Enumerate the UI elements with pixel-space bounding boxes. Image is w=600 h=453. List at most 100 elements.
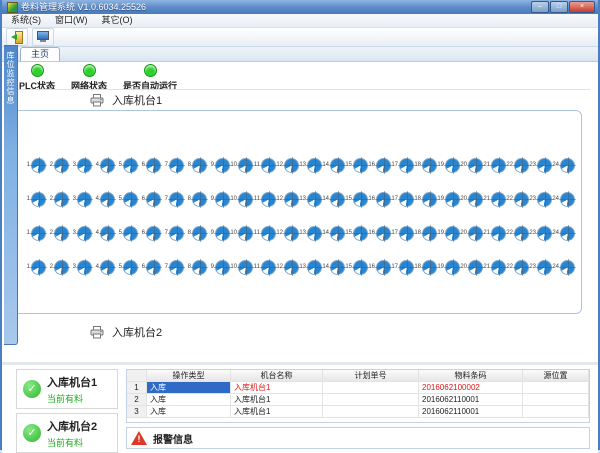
- tab-home[interactable]: 主页: [20, 47, 60, 61]
- minimize-button[interactable]: –: [531, 1, 549, 13]
- roll-slot[interactable]: 3: [69, 223, 92, 243]
- roll-slot[interactable]: 22: [506, 189, 529, 209]
- toolbar-monitor-button[interactable]: [32, 28, 54, 46]
- roll-slot[interactable]: 22: [506, 257, 529, 277]
- roll-slot[interactable]: 9: [207, 155, 230, 175]
- roll-slot[interactable]: 12: [276, 223, 299, 243]
- toolbar-exit-button[interactable]: [6, 28, 28, 46]
- roll-slot[interactable]: 9: [207, 189, 230, 209]
- roll-slot[interactable]: 13: [299, 189, 322, 209]
- roll-slot[interactable]: 15: [345, 223, 368, 243]
- roll-slot[interactable]: 5: [115, 257, 138, 277]
- roll-slot[interactable]: 19: [437, 223, 460, 243]
- roll-slot[interactable]: 10: [230, 223, 253, 243]
- side-panel-tab[interactable]: 库位监控信息: [4, 45, 18, 345]
- roll-slot[interactable]: 13: [299, 257, 322, 277]
- titlebar[interactable]: 卷料管理系统 V1.0.6034.25526 – □ ×: [2, 0, 598, 14]
- roll-slot[interactable]: 7: [161, 189, 184, 209]
- roll-slot[interactable]: 10: [230, 257, 253, 277]
- menu-item[interactable]: 系统(S): [4, 14, 48, 27]
- roll-slot[interactable]: 6: [138, 155, 161, 175]
- roll-slot[interactable]: 18: [414, 189, 437, 209]
- roll-slot[interactable]: 24: [552, 189, 575, 209]
- menu-item[interactable]: 窗口(W): [48, 14, 95, 27]
- roll-slot[interactable]: 2: [46, 223, 69, 243]
- roll-slot[interactable]: 23: [529, 155, 552, 175]
- roll-slot[interactable]: 20: [460, 155, 483, 175]
- roll-slot[interactable]: 5: [115, 155, 138, 175]
- roll-slot[interactable]: 11: [253, 189, 276, 209]
- machine-status-card[interactable]: ✓入库机台1当前有料: [16, 369, 118, 409]
- roll-slot[interactable]: 10: [230, 189, 253, 209]
- roll-slot[interactable]: 24: [552, 257, 575, 277]
- roll-slot[interactable]: 19: [437, 189, 460, 209]
- roll-slot[interactable]: 13: [299, 155, 322, 175]
- roll-slot[interactable]: 22: [506, 223, 529, 243]
- table-row[interactable]: 2入库入库机台12016062110001: [127, 394, 589, 406]
- roll-slot[interactable]: 7: [161, 223, 184, 243]
- roll-slot[interactable]: 6: [138, 189, 161, 209]
- roll-slot[interactable]: 9: [207, 223, 230, 243]
- roll-slot[interactable]: 9: [207, 257, 230, 277]
- roll-slot[interactable]: 23: [529, 257, 552, 277]
- roll-slot[interactable]: 15: [345, 257, 368, 277]
- roll-slot[interactable]: 8: [184, 155, 207, 175]
- menu-item[interactable]: 其它(O): [95, 14, 140, 27]
- roll-slot[interactable]: 20: [460, 257, 483, 277]
- roll-slot[interactable]: 21: [483, 155, 506, 175]
- roll-slot[interactable]: 3: [69, 189, 92, 209]
- roll-slot[interactable]: 17: [391, 223, 414, 243]
- roll-slot[interactable]: 5: [115, 189, 138, 209]
- roll-slot[interactable]: 11: [253, 223, 276, 243]
- roll-slot[interactable]: 23: [529, 223, 552, 243]
- printer-icon[interactable]: [90, 94, 104, 107]
- roll-slot[interactable]: 7: [161, 155, 184, 175]
- roll-slot[interactable]: 21: [483, 189, 506, 209]
- roll-slot[interactable]: 22: [506, 155, 529, 175]
- roll-slot[interactable]: 14: [322, 223, 345, 243]
- roll-slot[interactable]: 21: [483, 257, 506, 277]
- roll-slot[interactable]: 16: [368, 155, 391, 175]
- roll-slot[interactable]: 4: [92, 257, 115, 277]
- roll-slot[interactable]: 4: [92, 223, 115, 243]
- roll-slot[interactable]: 2: [46, 257, 69, 277]
- roll-slot[interactable]: 5: [115, 223, 138, 243]
- roll-slot[interactable]: 24: [552, 155, 575, 175]
- roll-slot[interactable]: 18: [414, 257, 437, 277]
- table-row[interactable]: 1入库入库机台12016062100002: [127, 382, 589, 394]
- roll-slot[interactable]: 23: [529, 189, 552, 209]
- roll-slot[interactable]: 1: [23, 223, 46, 243]
- roll-slot[interactable]: 2: [46, 189, 69, 209]
- roll-slot[interactable]: 10: [230, 155, 253, 175]
- roll-slot[interactable]: 8: [184, 189, 207, 209]
- roll-slot[interactable]: 19: [437, 257, 460, 277]
- roll-slot[interactable]: 12: [276, 155, 299, 175]
- roll-slot[interactable]: 15: [345, 155, 368, 175]
- roll-slot[interactable]: 7: [161, 257, 184, 277]
- roll-slot[interactable]: 8: [184, 223, 207, 243]
- roll-slot[interactable]: 11: [253, 155, 276, 175]
- roll-slot[interactable]: 8: [184, 257, 207, 277]
- roll-slot[interactable]: 12: [276, 257, 299, 277]
- roll-slot[interactable]: 18: [414, 155, 437, 175]
- roll-slot[interactable]: 20: [460, 223, 483, 243]
- maximize-button[interactable]: □: [550, 1, 568, 13]
- roll-slot[interactable]: 4: [92, 155, 115, 175]
- roll-slot[interactable]: 18: [414, 223, 437, 243]
- roll-slot[interactable]: 16: [368, 223, 391, 243]
- roll-slot[interactable]: 16: [368, 257, 391, 277]
- machine-status-card[interactable]: ✓入库机台2当前有料: [16, 413, 118, 453]
- roll-slot[interactable]: 16: [368, 189, 391, 209]
- roll-slot[interactable]: 19: [437, 155, 460, 175]
- roll-slot[interactable]: 4: [92, 189, 115, 209]
- roll-slot[interactable]: 14: [322, 155, 345, 175]
- roll-slot[interactable]: 3: [69, 155, 92, 175]
- roll-slot[interactable]: 15: [345, 189, 368, 209]
- roll-slot[interactable]: 20: [460, 189, 483, 209]
- roll-slot[interactable]: 6: [138, 257, 161, 277]
- roll-slot[interactable]: 24: [552, 223, 575, 243]
- roll-slot[interactable]: 14: [322, 189, 345, 209]
- printer-icon[interactable]: [90, 326, 104, 339]
- close-button[interactable]: ×: [569, 1, 595, 13]
- roll-slot[interactable]: 21: [483, 223, 506, 243]
